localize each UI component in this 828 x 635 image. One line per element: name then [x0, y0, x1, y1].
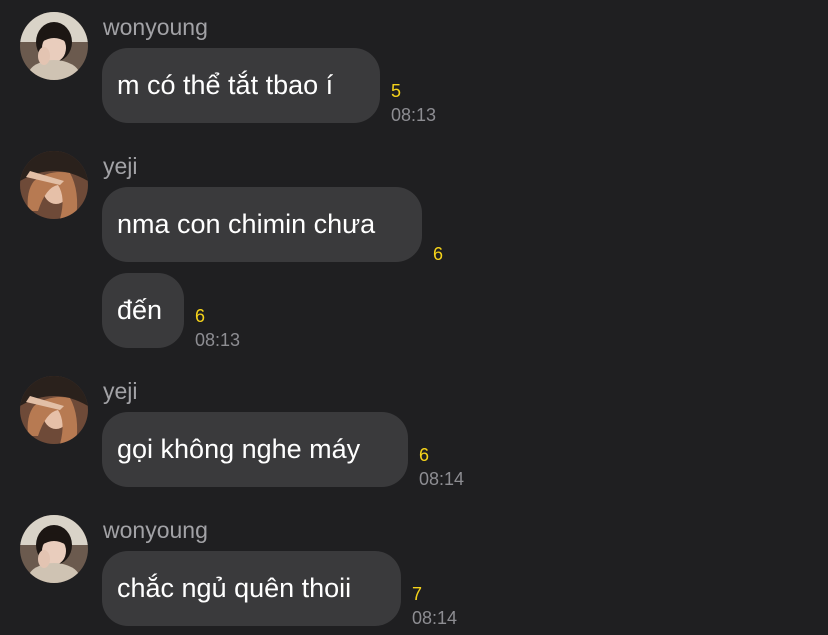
sender-name: yeji: [103, 153, 138, 179]
message-bubble[interactable]: đến: [102, 273, 184, 348]
avatar-yeji[interactable]: [20, 151, 88, 219]
message-bubble[interactable]: gọi không nghe máy: [102, 412, 408, 487]
sender-name: wonyoung: [103, 14, 208, 40]
unread-count: 5: [391, 81, 402, 101]
message-bubble[interactable]: m có thể tắt tbao í: [102, 48, 380, 123]
timestamp: 08:13: [391, 105, 437, 125]
unread-count: 6: [419, 445, 430, 465]
message-bubble[interactable]: nma con chimin chưa: [102, 187, 422, 262]
sender-name: wonyoung: [103, 517, 208, 543]
message-bubble[interactable]: chắc ngủ quên thoii: [102, 551, 401, 626]
avatar-wonyoung[interactable]: [20, 515, 88, 583]
avatar-wonyoung[interactable]: [20, 12, 88, 80]
timestamp: 08:13: [195, 330, 241, 350]
avatar-yeji[interactable]: [20, 376, 88, 444]
unread-count: 6: [433, 244, 444, 264]
sender-name: yeji: [103, 378, 138, 404]
timestamp: 08:14: [419, 469, 465, 489]
timestamp: 08:14: [412, 608, 458, 628]
unread-count: 7: [412, 584, 423, 604]
unread-count: 6: [195, 306, 206, 326]
